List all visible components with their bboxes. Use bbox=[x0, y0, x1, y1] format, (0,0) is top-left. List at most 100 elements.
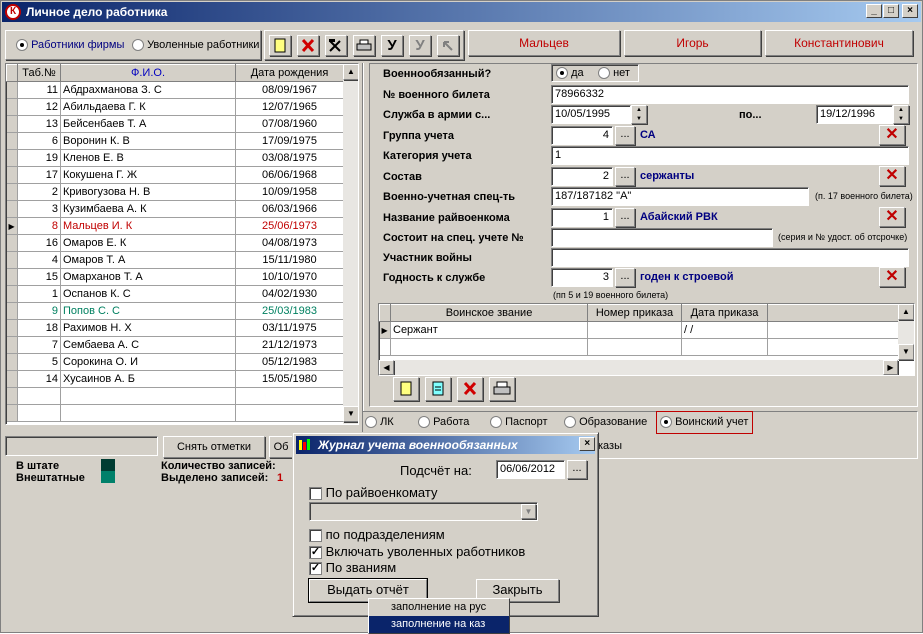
dob-cell[interactable]: 05/12/1983 bbox=[235, 353, 344, 371]
scroll-down-icon[interactable]: ▼ bbox=[898, 344, 914, 360]
include-fired-checkbox[interactable]: ✓ bbox=[309, 546, 322, 560]
name-cell[interactable]: Омарханов Т. А bbox=[60, 268, 236, 286]
dob-cell[interactable]: 15/05/1980 bbox=[235, 370, 344, 388]
delete-record-button[interactable] bbox=[297, 35, 319, 56]
name-cell[interactable]: Омаров Т. А bbox=[60, 251, 236, 269]
fitness-lookup-button[interactable]: ... bbox=[615, 268, 635, 287]
spin-up-icon[interactable]: ▲ bbox=[632, 106, 646, 115]
dismiss-button[interactable]: У bbox=[381, 35, 403, 56]
composition-code-field[interactable]: 2 bbox=[551, 167, 613, 186]
scroll-right-icon[interactable]: ▶ bbox=[883, 360, 898, 375]
service-to-spinner[interactable]: ▲ ▼ bbox=[893, 105, 909, 124]
column-header-name[interactable]: Ф.И.О. bbox=[60, 64, 236, 82]
fitness-clear-button[interactable]: ✕ bbox=[879, 267, 905, 287]
dob-cell[interactable]: 15/11/1980 bbox=[235, 251, 344, 269]
num-cell[interactable]: 7 bbox=[17, 336, 61, 354]
num-cell[interactable]: 4 bbox=[17, 251, 61, 269]
ranks-row[interactable]: ▶ Сержант / / bbox=[379, 321, 899, 339]
dob-cell[interactable]: 06/06/1968 bbox=[235, 166, 344, 184]
name-cell[interactable]: Мальцев И. К bbox=[60, 217, 236, 235]
dob-cell[interactable]: 08/09/1967 bbox=[235, 81, 344, 99]
num-cell[interactable]: 14 bbox=[17, 370, 61, 388]
tab-passport-radio[interactable] bbox=[490, 416, 502, 429]
name-cell[interactable]: Рахимов Н. Х bbox=[60, 319, 236, 337]
row-indicator[interactable] bbox=[6, 200, 18, 218]
tools-button[interactable] bbox=[325, 35, 347, 56]
table-row[interactable]: 2 Кривогузова Н. В 10/09/1958 bbox=[6, 183, 344, 201]
search-box[interactable] bbox=[5, 436, 158, 456]
chevron-down-icon[interactable]: ▼ bbox=[521, 504, 536, 519]
other-button[interactable]: Об bbox=[269, 436, 293, 458]
name-cell[interactable]: Хусаинов А. Б bbox=[60, 370, 236, 388]
by-divisions-checkbox[interactable] bbox=[309, 529, 322, 543]
row-indicator[interactable] bbox=[6, 183, 18, 201]
spin-down-icon[interactable]: ▼ bbox=[632, 115, 646, 124]
by-office-checkbox[interactable] bbox=[309, 487, 322, 501]
table-row[interactable]: 13 Бейсенбаев Т. А 07/08/1960 bbox=[6, 115, 344, 133]
num-cell[interactable]: 6 bbox=[17, 132, 61, 150]
office-select[interactable]: ▼ bbox=[309, 502, 538, 521]
dob-cell[interactable]: 03/08/1975 bbox=[235, 149, 344, 167]
specialty-field[interactable]: 187/187182 "А" bbox=[551, 187, 809, 206]
column-header-num[interactable]: Таб.№ bbox=[17, 64, 61, 82]
filter-fired-radio[interactable] bbox=[132, 39, 144, 52]
order-cell[interactable] bbox=[587, 321, 682, 339]
tab-lk[interactable]: ЛК bbox=[365, 416, 394, 429]
filter-employees[interactable]: Работники фирмы bbox=[16, 39, 124, 52]
by-office-option[interactable]: По райвоенкомату bbox=[309, 485, 437, 501]
table-row[interactable]: 5 Сорокина О. И 05/12/1983 bbox=[6, 353, 344, 371]
dob-cell[interactable]: 10/10/1970 bbox=[235, 268, 344, 286]
minimize-button[interactable]: _ bbox=[866, 4, 882, 18]
print-ranks-button[interactable] bbox=[489, 377, 515, 401]
ranks-header-date[interactable]: Дата приказа bbox=[681, 304, 768, 322]
dob-cell[interactable]: 07/08/1960 bbox=[235, 115, 344, 133]
dob-cell[interactable]: 25/03/1983 bbox=[235, 302, 344, 320]
name-cell[interactable]: Абдрахманова З. С bbox=[60, 81, 236, 99]
row-indicator[interactable]: ▶ bbox=[6, 217, 18, 235]
tab-orders-partial[interactable]: казы bbox=[598, 440, 622, 452]
category-field[interactable]: 1 bbox=[551, 146, 909, 165]
num-cell[interactable]: 15 bbox=[17, 268, 61, 286]
ranks-header-rank[interactable]: Воинское звание bbox=[390, 304, 588, 322]
name-cell[interactable]: Кривогузова Н. В bbox=[60, 183, 236, 201]
filter-employees-radio[interactable] bbox=[16, 39, 28, 52]
row-indicator[interactable] bbox=[6, 319, 18, 337]
spin-down-icon[interactable]: ▼ bbox=[894, 115, 908, 124]
table-row[interactable]: 4 Омаров Т. А 15/11/1980 bbox=[6, 251, 344, 269]
num-cell[interactable]: 3 bbox=[17, 200, 61, 218]
count-date-field[interactable]: 06/06/2012 bbox=[496, 460, 565, 479]
menu-item-kazakh[interactable]: заполнение на каз bbox=[369, 616, 509, 633]
fitness-code-field[interactable]: 3 bbox=[551, 268, 613, 287]
row-indicator[interactable] bbox=[6, 302, 18, 320]
table-row[interactable]: 11 Абдрахманова З. С 08/09/1967 bbox=[6, 81, 344, 99]
scroll-left-icon[interactable]: ◀ bbox=[379, 360, 394, 375]
num-cell[interactable]: 8 bbox=[17, 217, 61, 235]
table-row[interactable]: 6 Воронин К. В 17/09/1975 bbox=[6, 132, 344, 150]
office-clear-button[interactable]: ✕ bbox=[879, 207, 905, 227]
table-row[interactable]: 9 Попов С. С 25/03/1983 bbox=[6, 302, 344, 320]
maximize-button[interactable]: □ bbox=[883, 4, 899, 18]
name-cell[interactable]: Кокушена Г. Ж bbox=[60, 166, 236, 184]
print-button[interactable] bbox=[353, 35, 375, 56]
num-cell[interactable]: 12 bbox=[17, 98, 61, 116]
dob-cell[interactable]: 21/12/1973 bbox=[235, 336, 344, 354]
name-cell[interactable]: Бейсенбаев Т. А bbox=[60, 115, 236, 133]
dob-cell[interactable]: 06/03/1966 bbox=[235, 200, 344, 218]
dialog-title-bar[interactable]: Журнал учета военнообязанных × bbox=[296, 436, 595, 454]
row-indicator[interactable] bbox=[6, 115, 18, 133]
filter-fired[interactable]: Уволенные работники bbox=[132, 39, 259, 52]
by-ranks-option[interactable]: ✓ По званиям bbox=[309, 560, 396, 576]
name-cell[interactable]: Кузимбаева А. К bbox=[60, 200, 236, 218]
include-fired-option[interactable]: ✓ Включать уволенных работников bbox=[309, 544, 525, 560]
dob-cell[interactable]: 04/02/1930 bbox=[235, 285, 344, 303]
service-to-field[interactable]: 19/12/1996 bbox=[816, 105, 893, 124]
employees-scrollbar[interactable]: ▲ ▼ bbox=[343, 64, 358, 424]
table-row[interactable]: 12 Абильдаева Г. К 12/07/1965 bbox=[6, 98, 344, 116]
num-cell[interactable]: 17 bbox=[17, 166, 61, 184]
composition-clear-button[interactable]: ✕ bbox=[879, 166, 905, 186]
tab-passport[interactable]: Паспорт bbox=[490, 416, 548, 429]
clear-marks-button[interactable]: Снять отметки bbox=[163, 436, 265, 458]
table-row[interactable]: 15 Омарханов Т. А 10/10/1970 bbox=[6, 268, 344, 286]
ranks-vscrollbar[interactable]: ▲ ▼ bbox=[898, 304, 914, 360]
group-clear-button[interactable]: ✕ bbox=[879, 125, 905, 145]
